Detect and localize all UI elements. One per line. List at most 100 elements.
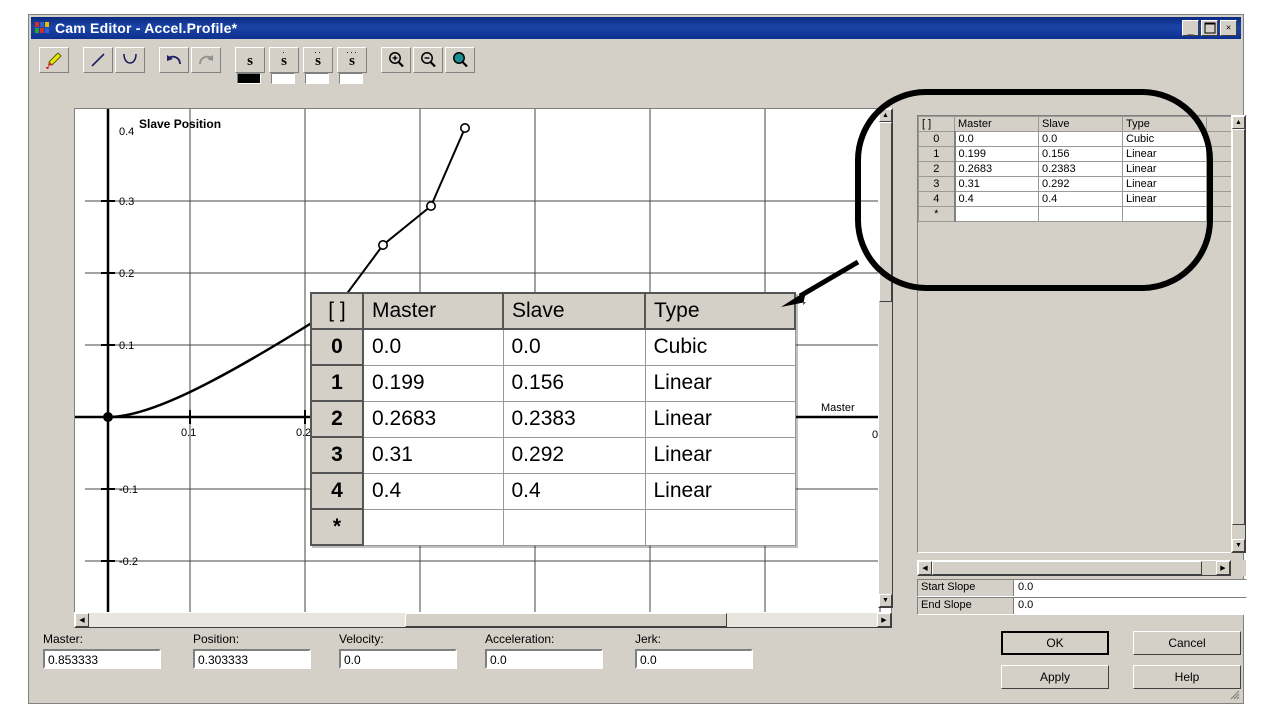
magnified-row-index: 1 [310,364,364,402]
table-row[interactable]: 2 0.2683 0.2383 Linear [918,161,1246,177]
chart-vscroll-thumb[interactable] [879,122,892,302]
row-index[interactable]: 1 [918,146,956,162]
end-slope-row[interactable]: End Slope 0.0 [917,597,1247,615]
table-row[interactable]: 1 0.199 0.156 Linear [918,146,1246,162]
cell-master[interactable]: 0.199 [954,146,1039,162]
chart-curve-cubic [107,305,338,419]
help-button[interactable]: Help [1133,665,1241,689]
master-label: Master: [43,632,84,646]
grid-vertical-scrollbar[interactable]: ▲ ▼ [1231,115,1246,553]
apply-button[interactable]: Apply [1001,665,1109,689]
cell-type[interactable]: Linear [1122,176,1207,192]
chart-vertical-scrollbar[interactable]: ▲ ▼ [878,108,893,608]
cam-points-grid[interactable]: [ ] Master Slave Type 0 0.0 0.0 Cubic 1 … [917,115,1247,553]
jerk-curve-button[interactable]: ··· s [337,47,367,73]
master-input[interactable]: 0.853333 [43,649,161,669]
magnified-table-new-row: * [310,508,796,546]
position-curve-button[interactable]: s [235,47,265,73]
maximize-button[interactable] [1201,20,1218,36]
color-swatch-jerk[interactable] [339,73,363,84]
ok-button[interactable]: OK [1001,631,1109,655]
row-index[interactable]: 0 [918,131,956,147]
grid-scroll-right-button[interactable]: ▶ [1216,561,1230,575]
table-new-row[interactable]: * [918,206,1246,222]
magnified-col-type: Type [644,292,796,330]
magnified-cell-master: 0.0 [362,328,504,366]
acceleration-input[interactable]: 0.0 [485,649,603,669]
cell-slave[interactable] [1038,206,1123,222]
zoom-fit-button[interactable] [445,47,475,73]
magnified-cell-slave: 0.0 [502,328,646,366]
svg-text:-0.2: -0.2 [119,556,138,568]
redo-icon [199,55,213,65]
cell-slave[interactable]: 0.292 [1038,176,1123,192]
cell-slave[interactable]: 0.2383 [1038,161,1123,177]
chart-scroll-left-button[interactable]: ◀ [75,613,89,627]
end-slope-value[interactable]: 0.0 [1014,598,1246,614]
row-index[interactable]: 2 [918,161,956,177]
jerk-input[interactable]: 0.0 [635,649,753,669]
zoom-in-button[interactable] [381,47,411,73]
derivative-label-2: s [315,52,321,69]
col-header-slave[interactable]: Slave [1038,116,1123,132]
acceleration-curve-button[interactable]: ·· s [303,47,333,73]
resize-grip-icon[interactable] [1228,688,1240,700]
col-header-index[interactable]: [ ] [918,116,955,132]
cell-slave[interactable]: 0.4 [1038,191,1123,207]
table-row[interactable]: 0 0.0 0.0 Cubic [918,131,1246,147]
row-index-new[interactable]: * [918,206,956,222]
cell-slave[interactable]: 0.156 [1038,146,1123,162]
table-row[interactable]: 4 0.4 0.4 Linear [918,191,1246,207]
cell-type[interactable]: Linear [1122,191,1207,207]
grid-horizontal-scrollbar[interactable]: ◀ ▶ [917,560,1231,576]
grid-hscroll-thumb[interactable] [932,561,1202,575]
position-input[interactable]: 0.303333 [193,649,311,669]
zoom-out-button[interactable] [413,47,443,73]
minimize-button[interactable]: _ [1182,20,1199,36]
start-slope-row[interactable]: Start Slope 0.0 [917,579,1247,597]
grid-scroll-up-button[interactable]: ▲ [1232,116,1245,129]
chart-horizontal-scrollbar[interactable]: ◀ ▶ [74,612,892,628]
chart-scroll-up-button[interactable]: ▲ [879,109,892,122]
cell-type[interactable] [1122,206,1207,222]
window-title: Cam Editor - Accel.Profile* [55,20,238,36]
app-icon [35,21,51,35]
cell-type[interactable]: Linear [1122,161,1207,177]
color-swatch-velocity[interactable] [271,73,295,84]
velocity-field-group: Velocity: 0.0 [339,632,457,669]
cell-master[interactable]: 0.0 [954,131,1039,147]
velocity-curve-button[interactable]: · s [269,47,299,73]
grid-scroll-down-button[interactable]: ▼ [1232,539,1245,552]
row-index[interactable]: 3 [918,176,956,192]
chart-scroll-down-button[interactable]: ▼ [879,594,892,607]
line-segment-button[interactable] [83,47,113,73]
cell-master[interactable]: 0.31 [954,176,1039,192]
start-slope-value[interactable]: 0.0 [1014,580,1246,596]
cell-master[interactable]: 0.4 [954,191,1039,207]
grid-scroll-left-button[interactable]: ◀ [918,561,932,575]
edit-profile-button[interactable] [39,47,69,73]
row-index[interactable]: 4 [918,191,956,207]
col-header-master[interactable]: Master [954,116,1039,132]
close-button[interactable]: × [1220,20,1237,36]
cell-type[interactable]: Cubic [1122,131,1207,147]
col-header-type[interactable]: Type [1122,116,1207,132]
velocity-input[interactable]: 0.0 [339,649,457,669]
color-swatch-acceleration[interactable] [305,73,329,84]
redo-button[interactable] [191,47,221,73]
magnified-table-row: 3 0.31 0.292 Linear [310,436,796,474]
cancel-button[interactable]: Cancel [1133,631,1241,655]
acceleration-field-group: Acceleration: 0.0 [485,632,603,669]
table-row[interactable]: 3 0.31 0.292 Linear [918,176,1246,192]
cell-type[interactable]: Linear [1122,146,1207,162]
color-swatch-position[interactable] [237,73,261,84]
chart-hscroll-thumb[interactable] [405,613,727,627]
cell-master[interactable]: 0.2683 [954,161,1039,177]
cell-master[interactable] [954,206,1039,222]
curve-segment-button[interactable] [115,47,145,73]
cell-slave[interactable]: 0.0 [1038,131,1123,147]
magnified-row-index: 3 [310,436,364,474]
undo-button[interactable] [159,47,189,73]
chart-scroll-right-button[interactable]: ▶ [877,613,891,627]
grid-vscroll-thumb[interactable] [1232,129,1245,525]
